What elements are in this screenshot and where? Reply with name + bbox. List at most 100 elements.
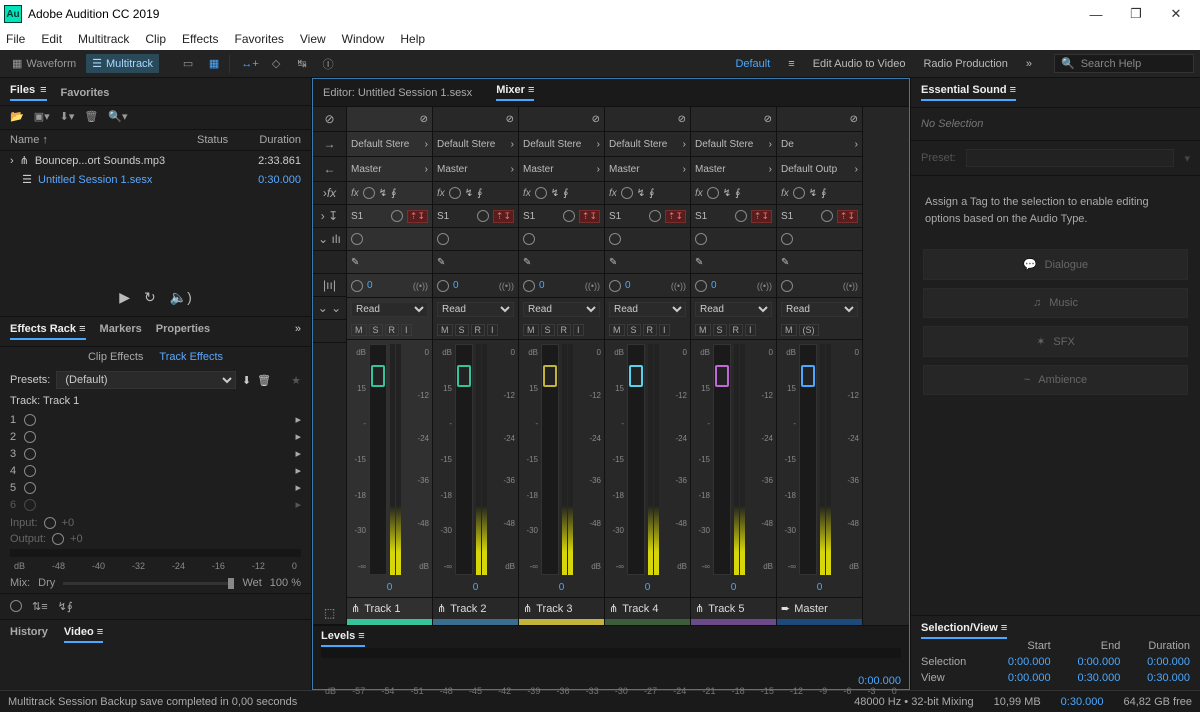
tab-essential-sound[interactable]: Essential Sound ≡ [921,84,1016,101]
msr-button[interactable]: M [437,324,453,336]
effect-slot[interactable]: 2▸ [6,428,305,445]
output-select[interactable]: Master› [691,157,776,182]
fx-row[interactable]: fx ↯ ∮ [519,182,604,205]
filter-icon[interactable]: 🔍▾ [108,110,127,123]
input-select[interactable]: Default Stere› [433,132,518,157]
es-music-button[interactable]: ♫Music [923,288,1188,318]
menu-edit[interactable]: Edit [41,32,62,46]
output-knob-icon[interactable] [52,533,64,545]
input-select[interactable]: Default Stere› [519,132,604,157]
slash-icon[interactable]: ⊘ [313,107,346,132]
pencil-icon[interactable]: ✎ [695,257,703,268]
record-icon[interactable]: ▣▾ [34,110,50,123]
pencil-icon[interactable]: ✎ [437,257,445,268]
effect-slot[interactable]: 6▸ [6,496,305,513]
volume-fader[interactable] [713,344,731,575]
msr-button[interactable]: I [487,324,498,336]
stereo-icon[interactable]: ((•)) [671,281,686,291]
msr-button[interactable]: (S) [799,324,819,336]
mode-multitrack[interactable]: ☰ Multitrack [86,54,159,73]
input-select[interactable]: Default Stere› [605,132,690,157]
workspace-menu-icon[interactable]: ≡ [788,58,794,70]
effect-slot[interactable]: 3▸ [6,445,305,462]
menu-effects[interactable]: Effects [182,32,218,46]
search-help[interactable]: 🔍 Search Help [1054,54,1194,73]
es-ambience-button[interactable]: ~Ambience [923,365,1188,395]
pencil-icon[interactable]: ✎ [351,257,359,268]
automation-mode[interactable]: Read [609,302,686,317]
import-icon[interactable]: ⬇▾ [60,110,75,123]
pan-value[interactable]: 0 [453,280,459,291]
channel-name[interactable]: ⋔Track 5 [691,597,776,619]
automation-mode[interactable]: Read [437,302,514,317]
volume-value[interactable]: 0 [777,579,862,597]
workspace-more-icon[interactable]: » [1026,58,1032,70]
auto-row-icon[interactable]: ⌄ ⌄ [313,297,346,320]
pan-knob-icon[interactable] [523,280,535,292]
msr-button[interactable]: R [471,324,486,336]
stereo-icon[interactable]: ((•)) [413,281,428,291]
es-sfx-button[interactable]: ✶SFX [923,326,1188,357]
favorite-icon[interactable]: ★ [291,374,301,387]
play-icon[interactable]: ▶ [119,289,130,306]
phase-invert[interactable]: ⊘ [519,107,604,132]
stereo-icon[interactable]: ((•)) [757,281,772,291]
menu-clip[interactable]: Clip [145,32,166,46]
phase-invert[interactable]: ⊘ [777,107,862,132]
pan-knob-icon[interactable] [695,280,707,292]
msr-button[interactable]: M [695,324,711,336]
tab-favorites[interactable]: Favorites [61,84,110,101]
automation-mode[interactable]: Read [351,302,428,317]
send-pre-icon[interactable]: ⇡↧ [407,210,428,223]
menu-help[interactable]: Help [400,32,425,46]
fx-row[interactable]: fx ↯ ∮ [777,182,862,205]
file-row[interactable]: › ⋔Bouncep...ort Sounds.mp3 2:33.861 [0,151,311,170]
msr-button[interactable]: M [609,324,625,336]
workspace-editav[interactable]: Edit Audio to Video [813,58,906,70]
pan-knob-icon[interactable] [351,280,363,292]
pan-value[interactable]: 0 [711,280,717,291]
prepost-icon[interactable]: ⇅≡ [32,600,48,613]
pan-value[interactable]: 0 [539,280,545,291]
phase-invert[interactable]: ⊘ [433,107,518,132]
sv-view-start[interactable]: 0:00.000 [991,672,1051,684]
sv-sel-start[interactable]: 0:00.000 [991,656,1051,668]
volume-fader[interactable] [627,344,645,575]
menu-view[interactable]: View [300,32,326,46]
volume-fader[interactable] [541,344,559,575]
msr-button[interactable]: M [523,324,539,336]
input-select[interactable]: Default Stere› [347,132,432,157]
more-icon[interactable]: » [295,323,301,340]
menu-file[interactable]: File [6,32,25,46]
pan-knob-icon[interactable] [609,280,621,292]
input-knob-icon[interactable] [44,517,56,529]
output-select[interactable]: Master› [605,157,690,182]
pan-knob-icon[interactable] [437,280,449,292]
tab-effects-rack[interactable]: Effects Rack ≡ [10,323,86,340]
stereo-icon[interactable]: ((•)) [585,281,600,291]
tab-history[interactable]: History [10,626,48,643]
slip-tool-icon[interactable]: ↹ [291,54,313,73]
pencil-icon[interactable]: ✎ [523,257,531,268]
tab-editor[interactable]: Editor: Untitled Session 1.sesx [323,87,472,99]
time-select-icon[interactable]: Ⓘ [317,53,339,75]
fx-row[interactable]: fx ↯ ∮ [433,182,518,205]
tab-mixer[interactable]: Mixer ≡ [496,84,534,101]
channel-name[interactable]: ⋔Track 3 [519,597,604,619]
pan-value[interactable]: 0 [625,280,631,291]
open-file-icon[interactable]: 📂 [10,110,24,123]
tab-video[interactable]: Video ≡ [64,626,103,643]
mix-slider[interactable] [63,582,234,585]
autoplay-icon[interactable]: 🔈) [170,289,192,306]
sv-sel-dur[interactable]: 0:00.000 [1130,656,1190,668]
msr-button[interactable]: I [659,324,670,336]
rack-power-icon[interactable] [10,600,22,612]
menu-favorites[interactable]: Favorites [235,32,284,46]
automation-mode[interactable]: Read [523,302,600,317]
pan-knob-icon[interactable] [781,280,793,292]
menu-multitrack[interactable]: Multitrack [78,32,129,46]
volume-fader[interactable] [799,344,817,575]
razor-tool-icon[interactable]: ◇ [265,54,287,73]
send-pre-icon[interactable]: ⇡↧ [751,210,772,223]
msr-button[interactable]: R [557,324,572,336]
